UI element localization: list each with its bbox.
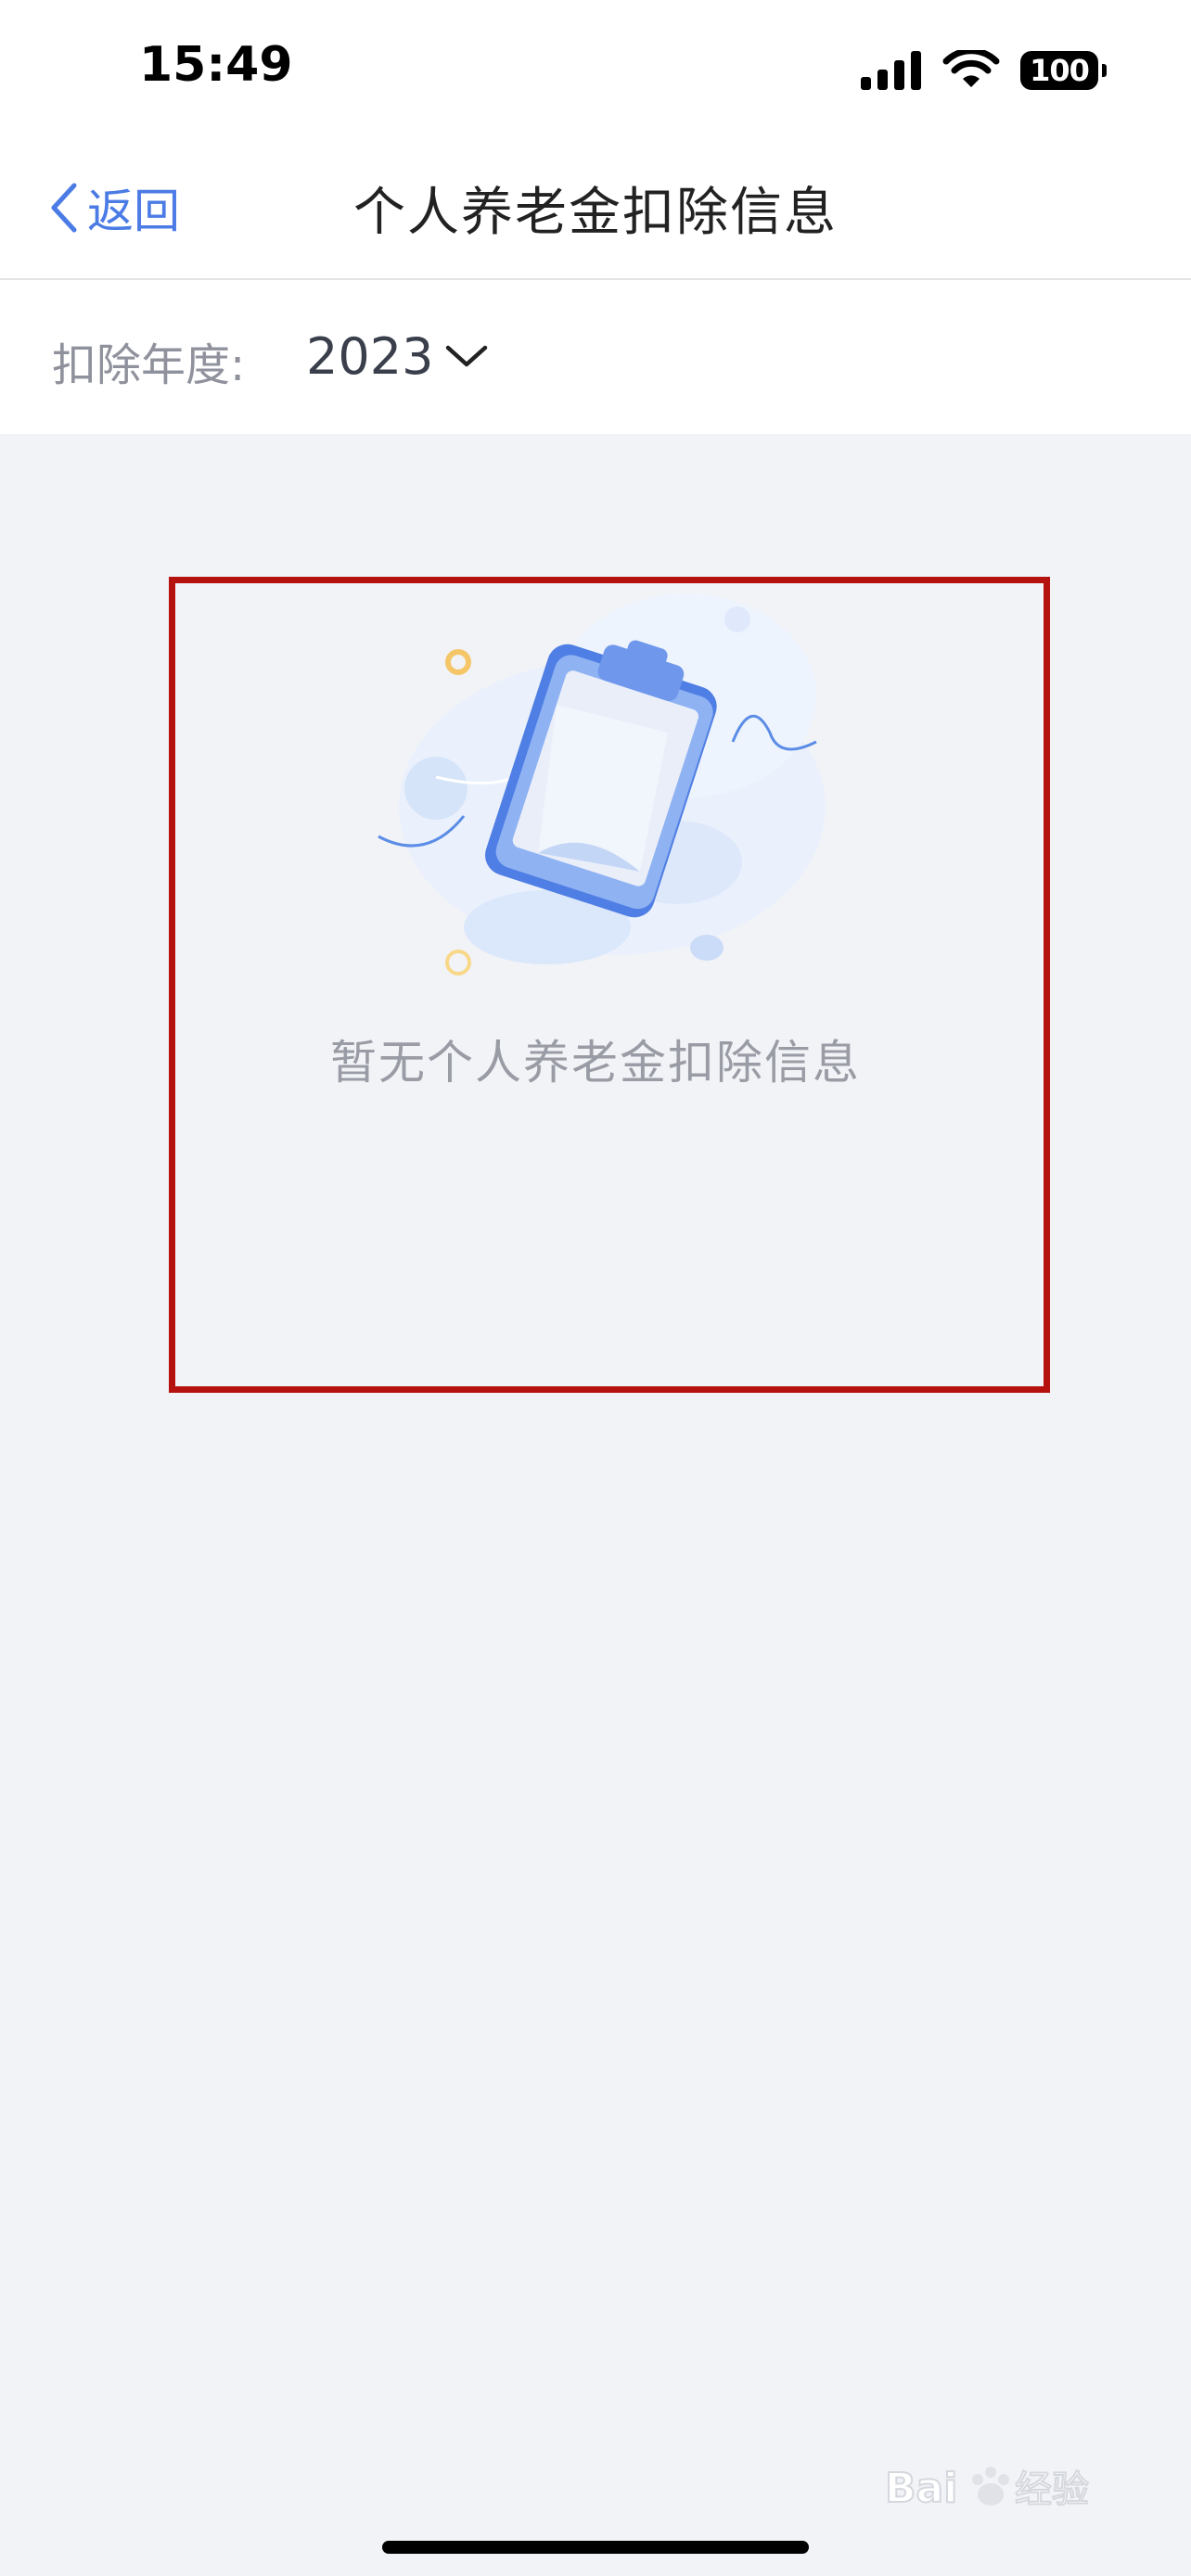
empty-state-message: 暂无个人养老金扣除信息: [330, 1036, 861, 1090]
battery-icon: 100: [1020, 51, 1107, 90]
deduction-year-label: 扣除年度:: [52, 339, 246, 391]
nav-bar: 返回 个人养老金扣除信息: [0, 137, 1191, 280]
status-bar: 15:49 100: [0, 0, 1191, 137]
clipboard-illustration: [378, 593, 826, 976]
wifi-icon: [942, 50, 1000, 87]
svg-text:经验: 经验: [1015, 2468, 1089, 2511]
svg-text:Bai: Bai: [885, 2465, 957, 2512]
page-title: 个人养老金扣除信息: [353, 183, 838, 243]
chevron-down-icon: [446, 345, 488, 367]
home-indicator[interactable]: [382, 2541, 809, 2554]
year-value: 2023: [306, 326, 434, 386]
status-icons: 100: [861, 45, 1107, 96]
status-time: 15:49: [139, 37, 293, 93]
baidu-watermark-logo: Bai 经验: [885, 2464, 1090, 2513]
filter-bar: 扣除年度: 2023: [0, 280, 1191, 434]
signal-icon: [861, 51, 921, 90]
battery-level: 100: [1030, 53, 1090, 88]
year-select[interactable]: 2023: [306, 319, 489, 393]
